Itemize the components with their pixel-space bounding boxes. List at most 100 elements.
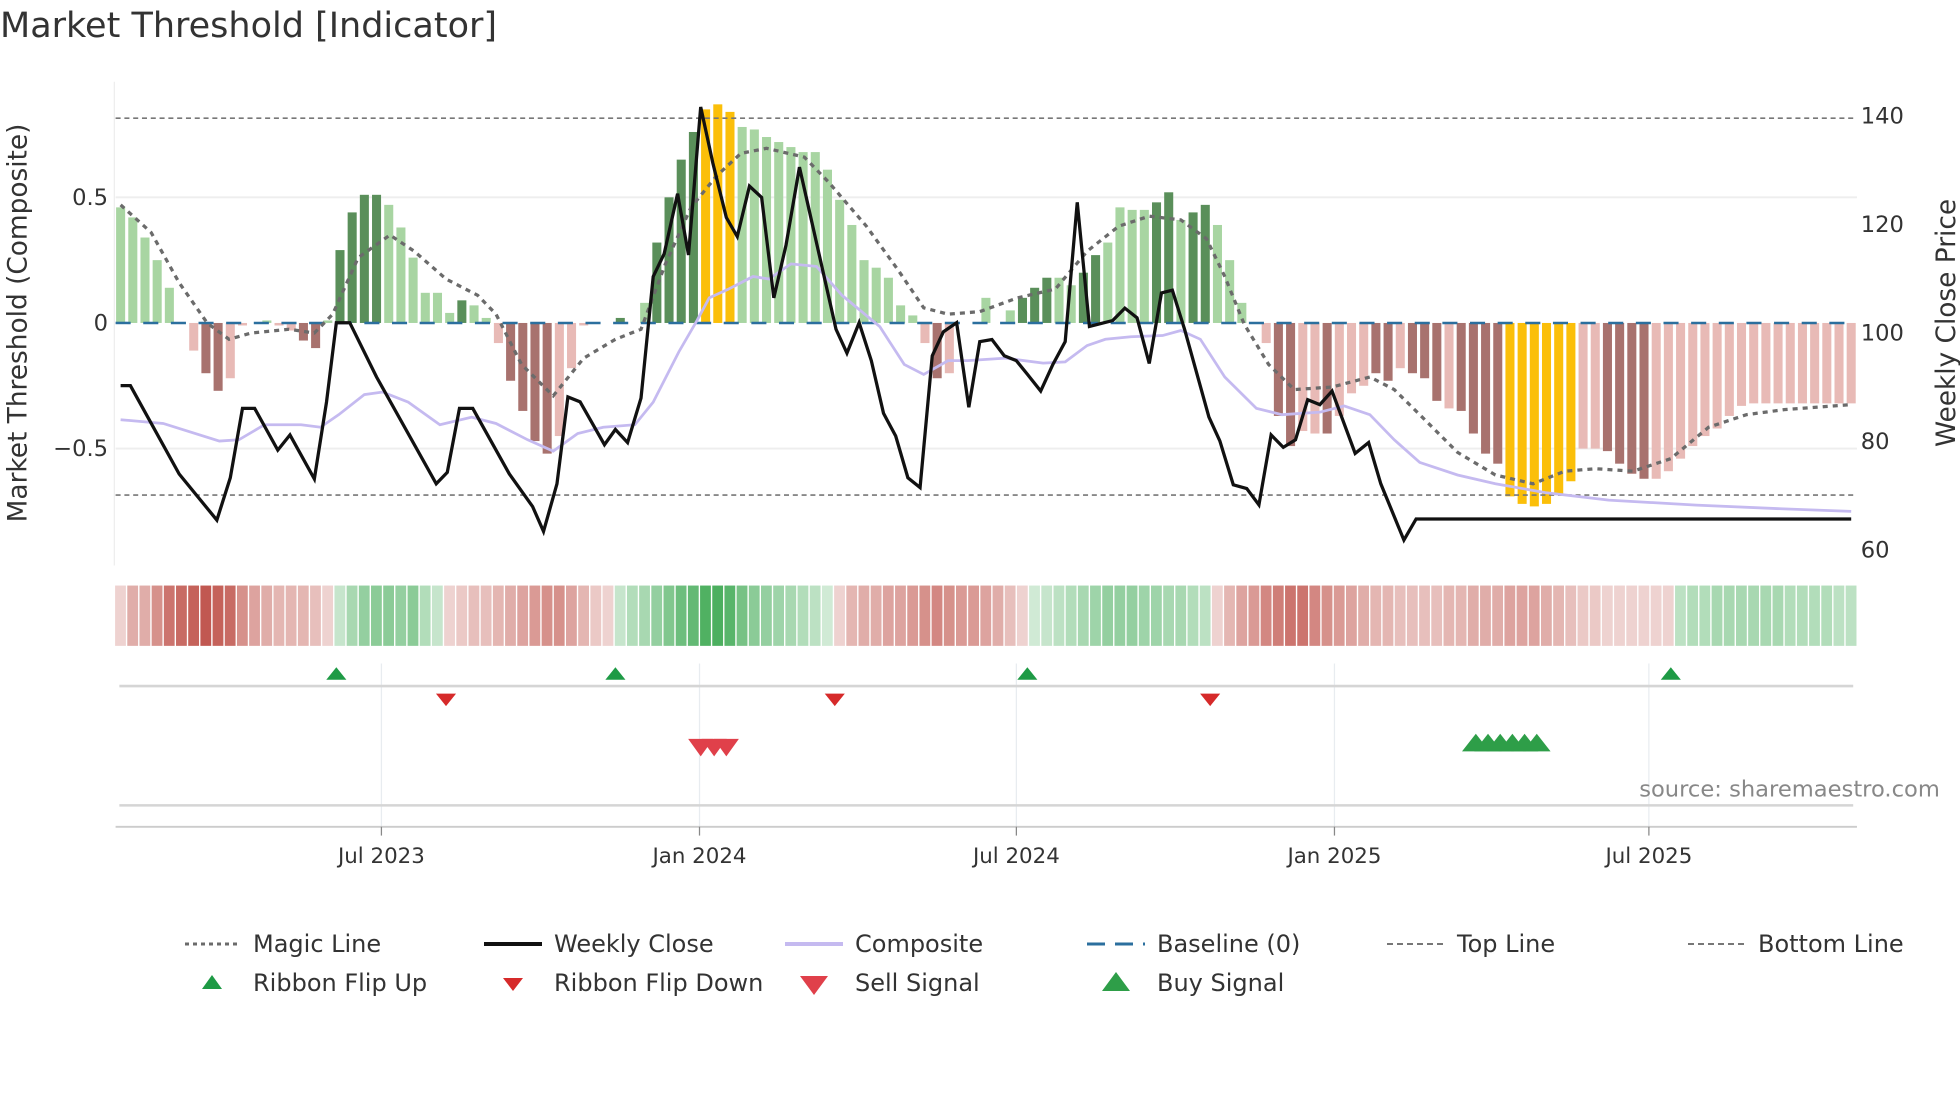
x-tick-label: Jan 2025 bbox=[1285, 844, 1381, 869]
ribbon-cell-down bbox=[1004, 585, 1016, 646]
ribbon-cell-down bbox=[1431, 585, 1443, 646]
composite-bar-up bbox=[749, 129, 759, 323]
ribbon-cell-down bbox=[115, 585, 126, 646]
ribbon-cell-down bbox=[553, 585, 565, 646]
ribbon-cell-down bbox=[1260, 585, 1272, 646]
ribbon-cell-down bbox=[200, 585, 212, 646]
ribbon-cell-down bbox=[151, 585, 163, 646]
composite-bar-down bbox=[1700, 322, 1710, 437]
ribbon-cell-down bbox=[895, 585, 906, 646]
ribbon-cell-down bbox=[578, 585, 590, 646]
ribbon-cell-down bbox=[1297, 585, 1309, 646]
ribbon-cell-down bbox=[602, 585, 614, 646]
y-tick-label-right: 120 bbox=[1861, 212, 1904, 238]
ribbon-cell-down bbox=[492, 585, 504, 646]
ribbon-cell-up bbox=[383, 585, 395, 646]
ribbon-cell-down bbox=[261, 585, 273, 646]
ribbon-cell-down bbox=[1492, 585, 1504, 646]
composite-bar-up bbox=[1005, 310, 1015, 323]
composite-bar-down-strong bbox=[1432, 322, 1442, 401]
ribbon-cell-down bbox=[468, 585, 480, 646]
ribbon-cell-down bbox=[931, 585, 943, 646]
ribbon-cell-up bbox=[1126, 585, 1138, 646]
composite-bar-down-strong bbox=[1420, 322, 1430, 379]
market-threshold-chart: Jul 2023 Jan 2024 Jul 2024 Jan 2025 Jul 2025… bbox=[3, 81, 1960, 869]
composite-bar-extreme bbox=[1517, 322, 1527, 504]
ribbon-cell-up bbox=[1735, 585, 1747, 646]
ribbon-cell-down bbox=[1614, 585, 1625, 646]
composite-bar-up-strong bbox=[359, 194, 369, 323]
signal-markers bbox=[119, 667, 1854, 807]
composite-bar-down bbox=[1676, 322, 1686, 459]
ribbon-cell-up bbox=[1748, 585, 1759, 646]
composite-bar-up bbox=[420, 292, 430, 323]
ribbon-cell-up bbox=[785, 585, 797, 646]
ribbon-cell-down bbox=[322, 585, 334, 646]
y-tick-label-left: 0.5 bbox=[72, 185, 108, 211]
composite-bar-up bbox=[116, 207, 126, 323]
ribbon-cell-down bbox=[1016, 585, 1028, 646]
composite-bar-up-strong bbox=[347, 212, 357, 323]
composite-bar-up bbox=[152, 260, 162, 323]
ribbon-cell-down bbox=[1382, 585, 1394, 646]
composite-bar-up-strong bbox=[1042, 277, 1052, 323]
ribbon-cell-down bbox=[1211, 585, 1223, 646]
composite-bar-extreme bbox=[1529, 322, 1539, 507]
ribbon-cell-down bbox=[870, 585, 882, 646]
ribbon-cell-down bbox=[1589, 585, 1601, 646]
ribbon-cell-down bbox=[1455, 585, 1467, 646]
composite-bar-up-strong bbox=[1091, 255, 1101, 323]
composite-bar-down-strong bbox=[1493, 322, 1503, 464]
ribbon-cell-up bbox=[639, 585, 650, 646]
composite-bar-down bbox=[1834, 322, 1844, 404]
composite-bar-down bbox=[1761, 322, 1771, 404]
ribbon-cell-up bbox=[1699, 585, 1711, 646]
ribbon-cell-down bbox=[1224, 585, 1235, 646]
ribbon-cell-down bbox=[1248, 585, 1260, 646]
composite-bar-down bbox=[1736, 322, 1747, 406]
composite-bar-up bbox=[128, 217, 138, 323]
ribbon-flip-down-marker bbox=[1200, 693, 1221, 707]
composite-bar-down-strong bbox=[1615, 322, 1625, 464]
ribbon-flip-up-marker bbox=[326, 667, 347, 680]
ribbon-flip-down-marker bbox=[824, 693, 845, 707]
ribbon-cell-down bbox=[834, 585, 845, 646]
ribbon-cell-up bbox=[675, 585, 687, 646]
composite-bar-extreme bbox=[1566, 322, 1576, 482]
ribbon-cell-down bbox=[1577, 585, 1589, 646]
composite-bar-up-strong bbox=[335, 250, 345, 323]
ribbon-cell-up bbox=[1150, 585, 1162, 646]
composite-bar-down bbox=[1395, 322, 1405, 369]
ribbon-cell-down bbox=[505, 585, 516, 646]
ribbon-cell-down bbox=[529, 585, 541, 646]
composite-bar-down bbox=[1797, 322, 1807, 404]
composite-bar-up bbox=[445, 312, 455, 323]
ribbon-cell-up bbox=[821, 585, 833, 646]
y-axis-title-right: Weekly Close Price bbox=[1932, 199, 1960, 447]
composite-bar-down bbox=[1688, 322, 1698, 447]
composite-bar-down bbox=[1712, 322, 1722, 429]
composite-bar-down-strong bbox=[201, 322, 211, 374]
composite-bar-down bbox=[1590, 322, 1600, 449]
ribbon-cell-up bbox=[1772, 585, 1784, 646]
ribbon-cell-up bbox=[334, 585, 346, 646]
ribbon-cell-down bbox=[590, 585, 602, 646]
ribbon-cell-down bbox=[285, 585, 297, 646]
ribbon-cell-up bbox=[736, 585, 748, 646]
composite-bar-up bbox=[432, 292, 443, 323]
composite-bar-down bbox=[1444, 322, 1454, 409]
ribbon-cell-up bbox=[1809, 585, 1820, 646]
ribbon-cell-up bbox=[614, 585, 626, 646]
ribbon-cell-down bbox=[1565, 585, 1577, 646]
ribbon-cell-down bbox=[1662, 585, 1674, 646]
ribbon-cell-up bbox=[1723, 585, 1735, 646]
composite-bar-down-strong bbox=[1602, 322, 1612, 452]
composite-bar-down bbox=[1724, 322, 1734, 416]
ribbon-cell-up bbox=[1077, 585, 1089, 646]
ribbon-cell-down bbox=[541, 585, 553, 646]
composite-bar-down bbox=[1663, 322, 1673, 472]
y-tick-label-right: 100 bbox=[1861, 321, 1904, 347]
ribbon-cell-down bbox=[1309, 585, 1321, 646]
ribbon-cell-up bbox=[1711, 585, 1723, 646]
y-tick-label-right: 140 bbox=[1861, 104, 1904, 130]
